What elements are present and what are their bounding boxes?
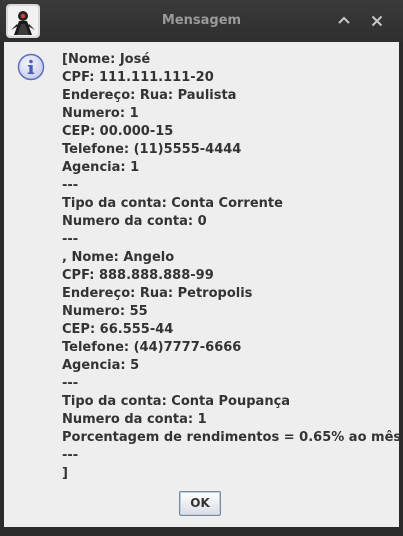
information-icon — [17, 53, 45, 81]
message-line: --- — [62, 178, 79, 193]
minimize-icon[interactable] — [334, 11, 354, 31]
message-line: Tipo da conta: Conta Corrente — [62, 196, 283, 211]
message-text: [Nome: José CPF: 111.111.111-20 Endereço… — [62, 51, 401, 483]
close-icon[interactable] — [367, 11, 387, 31]
message-line: --- — [62, 232, 79, 247]
title-bar[interactable]: Mensagem — [0, 0, 403, 42]
window-bottom-border — [0, 527, 403, 536]
message-line: [Nome: José — [62, 52, 151, 67]
message-line: CPF: 111.111.111-20 — [62, 70, 214, 85]
message-line: --- — [62, 448, 79, 463]
message-line: Endereço: Rua: Paulista — [62, 88, 237, 103]
message-dialog: Mensagem [Nome: José CPF: 111.111.111-20 — [0, 0, 403, 536]
message-line: Numero da conta: 0 — [62, 214, 207, 229]
message-line: ] — [62, 466, 68, 481]
message-line: CPF: 888.888.888-99 — [62, 268, 214, 283]
message-line: CEP: 00.000-15 — [62, 124, 174, 139]
message-line: Telefone: (44)7777-6666 — [62, 340, 242, 355]
message-line: Agencia: 1 — [62, 160, 140, 175]
message-line: Numero da conta: 1 — [62, 412, 207, 427]
message-line: Numero: 1 — [62, 106, 139, 121]
message-line: Telefone: (11)5555-4444 — [62, 142, 242, 157]
message-line: Porcentagem de rendimentos = 0.65% ao mê… — [62, 430, 402, 445]
message-line: CEP: 66.555-44 — [62, 322, 174, 337]
dialog-content: [Nome: José CPF: 111.111.111-20 Endereço… — [4, 42, 401, 527]
ok-button[interactable]: OK — [179, 491, 221, 516]
message-line: Numero: 55 — [62, 304, 148, 319]
message-line: Endereço: Rua: Petropolis — [62, 286, 253, 301]
message-line: , Nome: Angelo — [62, 250, 175, 265]
message-line: Tipo da conta: Conta Poupança — [62, 394, 291, 409]
message-line: --- — [62, 376, 79, 391]
message-line: Agencia: 5 — [62, 358, 140, 373]
